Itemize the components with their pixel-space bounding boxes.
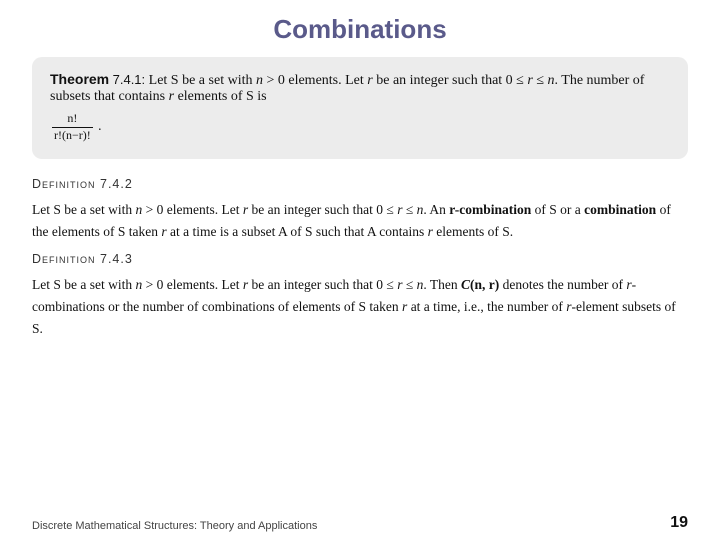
definition-7-4-3-header: Definition 7.4.3: [32, 252, 688, 266]
fraction-denominator: r!(n−r)!: [52, 128, 93, 144]
theorem-body: n! r!(n−r)! .: [50, 109, 670, 145]
footer-left: Discrete Mathematical Structures: Theory…: [32, 520, 317, 532]
footer: Discrete Mathematical Structures: Theory…: [32, 514, 688, 532]
cnr-parens: (n, r): [470, 277, 499, 292]
theorem-number: 7.4.1:: [113, 72, 146, 87]
definition-7-4-2-body: Let S be a set with n > 0 elements. Let …: [32, 199, 688, 242]
theorem-title: Theorem 7.4.1: Let S be a set with n > 0…: [50, 71, 670, 105]
page-title: Combinations: [32, 0, 688, 57]
fraction-suffix: .: [98, 118, 101, 133]
definition-7-4-3-body: Let S be a set with n > 0 elements. Let …: [32, 274, 688, 339]
combination-term: combination: [584, 202, 656, 217]
fraction: n! r!(n−r)!: [52, 111, 93, 143]
r-combination-term: r-combination: [449, 202, 531, 217]
theorem-label: Theorem: [50, 71, 109, 87]
theorem-box: Theorem 7.4.1: Let S be a set with n > 0…: [32, 57, 688, 159]
cnr-term: C: [461, 277, 470, 292]
footer-page-number: 19: [670, 514, 688, 532]
page: Combinations Theorem 7.4.1: Let S be a s…: [0, 0, 720, 540]
fraction-numerator: n!: [52, 111, 93, 128]
definition-7-4-2-header: Definition 7.4.2: [32, 177, 688, 191]
